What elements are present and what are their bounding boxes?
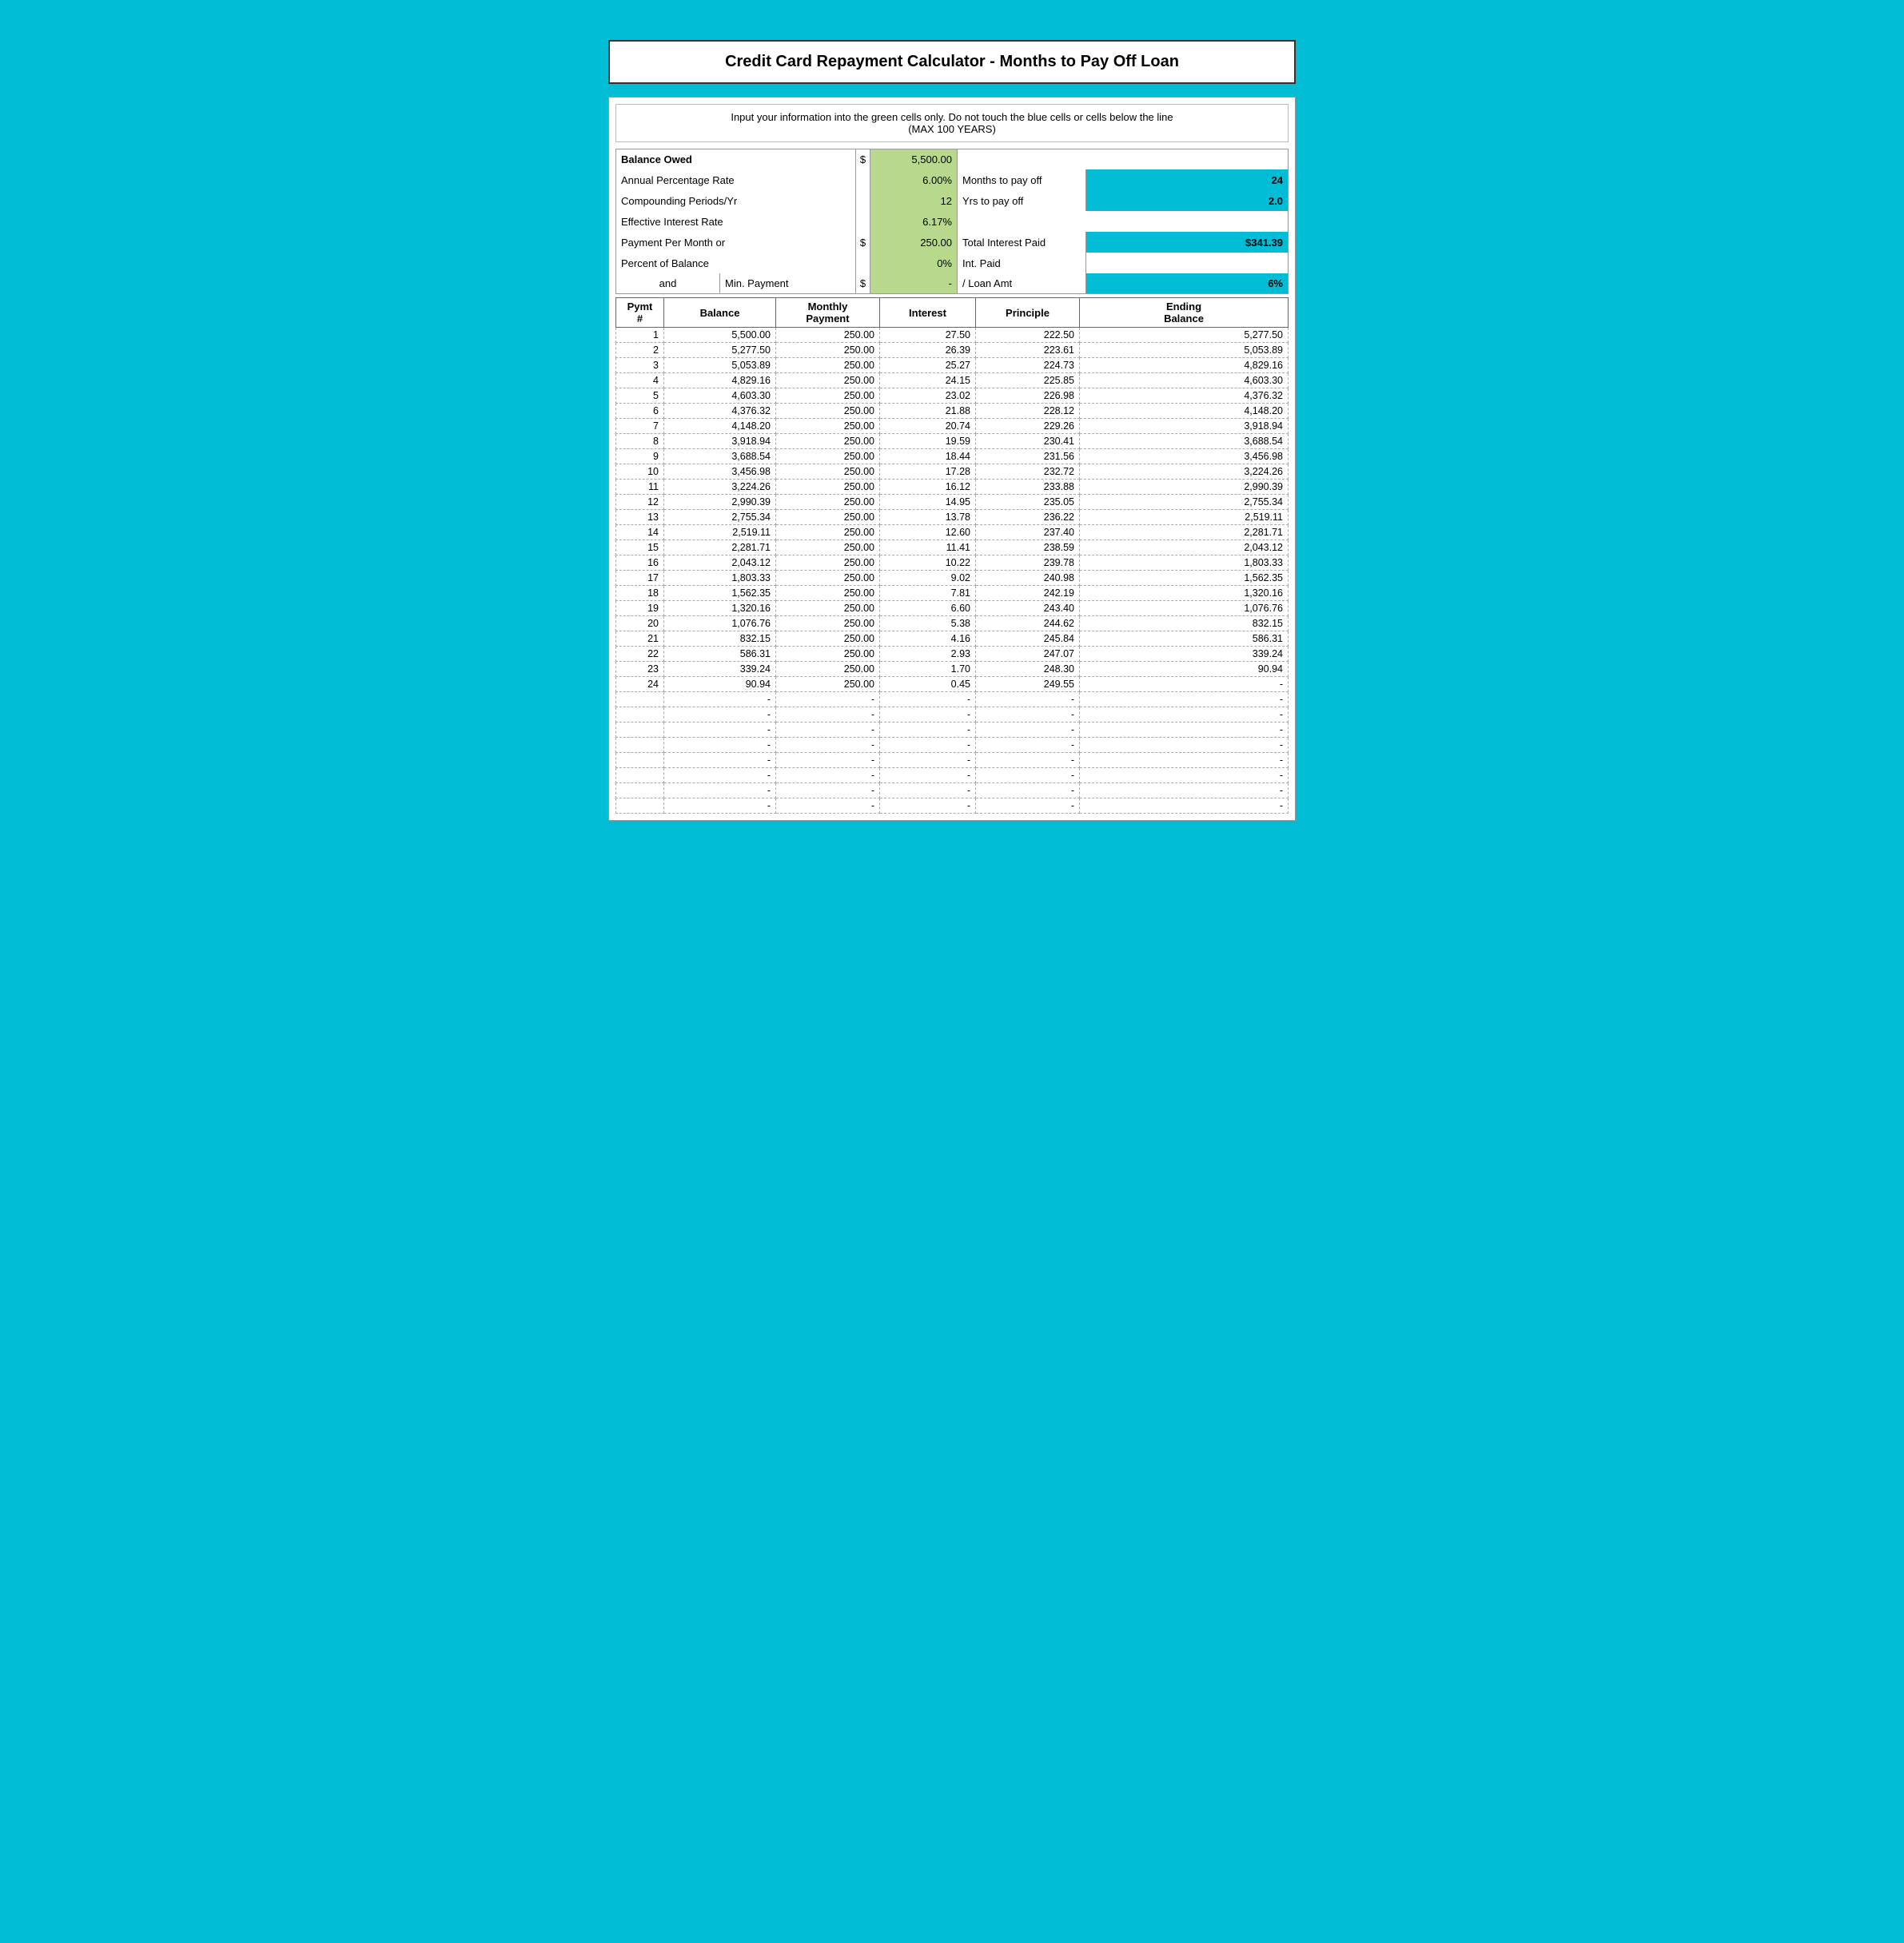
table-row: 93,688.54250.0018.44231.563,456.98 xyxy=(616,449,1289,464)
title-text: Credit Card Repayment Calculator - Month… xyxy=(725,53,1179,70)
outer-container: Credit Card Repayment Calculator - Month… xyxy=(592,24,1312,837)
percent-value[interactable]: 0% xyxy=(870,253,958,273)
table-row: ----- xyxy=(616,753,1289,768)
table-row: 113,224.26250.0016.12233.882,990.39 xyxy=(616,480,1289,495)
loan-amt-value: 6% xyxy=(1085,273,1289,294)
table-row: 23339.24250.001.70248.3090.94 xyxy=(616,662,1289,677)
apr-row: Annual Percentage Rate 6.00% Months to p… xyxy=(615,169,1289,190)
apr-dollar-spacer xyxy=(855,169,870,190)
table-row: 54,603.30250.0023.02226.984,376.32 xyxy=(616,388,1289,404)
table-header-row: Pymt# Balance MonthlyPayment Interest Pr… xyxy=(616,298,1289,328)
int-paid-label: Int. Paid xyxy=(958,253,1085,273)
min-payment-dollar: $ xyxy=(855,273,870,294)
table-section: Pymt# Balance MonthlyPayment Interest Pr… xyxy=(609,297,1295,820)
instruction-box: Input your information into the green ce… xyxy=(615,104,1289,142)
payment-label: Payment Per Month or xyxy=(615,232,855,253)
table-row: ----- xyxy=(616,738,1289,753)
col-principle: Principle xyxy=(976,298,1080,328)
yrs-label: Yrs to pay off xyxy=(958,190,1085,211)
payment-value[interactable]: 250.00 xyxy=(870,232,958,253)
compounding-label: Compounding Periods/Yr xyxy=(615,190,855,211)
table-row: 35,053.89250.0025.27224.734,829.16 xyxy=(616,358,1289,373)
table-body: 15,500.00250.0027.50222.505,277.5025,277… xyxy=(616,328,1289,814)
percent-label: Percent of Balance xyxy=(615,253,855,273)
table-row: 162,043.12250.0010.22239.781,803.33 xyxy=(616,555,1289,571)
table-row: 132,755.34250.0013.78236.222,519.11 xyxy=(616,510,1289,525)
amortization-table: Pymt# Balance MonthlyPayment Interest Pr… xyxy=(615,297,1289,814)
balance-value[interactable]: 5,500.00 xyxy=(870,149,958,169)
table-row: 64,376.32250.0021.88228.124,148.20 xyxy=(616,404,1289,419)
inputs-section: Balance Owed $ 5,500.00 Annual Percentag… xyxy=(609,145,1295,297)
payment-dollar: $ xyxy=(855,232,870,253)
pct-dollar-spacer xyxy=(855,253,870,273)
eff-spacer xyxy=(958,211,1289,232)
balance-owed-label: Balance Owed xyxy=(615,149,855,169)
table-row: 44,829.16250.0024.15225.854,603.30 xyxy=(616,373,1289,388)
table-row: 22586.31250.002.93247.07339.24 xyxy=(616,647,1289,662)
table-row: ----- xyxy=(616,783,1289,798)
apr-value[interactable]: 6.00% xyxy=(870,169,958,190)
table-row: 74,148.20250.0020.74229.263,918.94 xyxy=(616,419,1289,434)
effective-label: Effective Interest Rate xyxy=(615,211,855,232)
effective-rate-row: Effective Interest Rate 6.17% xyxy=(615,211,1289,232)
table-row: 181,562.35250.007.81242.191,320.16 xyxy=(616,586,1289,601)
page-title: Credit Card Repayment Calculator - Month… xyxy=(608,40,1296,84)
months-label: Months to pay off xyxy=(958,169,1085,190)
months-value: 24 xyxy=(1085,169,1289,190)
table-row: ----- xyxy=(616,723,1289,738)
percent-row: Percent of Balance 0% Int. Paid xyxy=(615,253,1289,273)
table-row: 103,456.98250.0017.28232.723,224.26 xyxy=(616,464,1289,480)
col-interest: Interest xyxy=(880,298,976,328)
min-payment-label: Min. Payment xyxy=(719,273,855,294)
compounding-value[interactable]: 12 xyxy=(870,190,958,211)
effective-value: 6.17% xyxy=(870,211,958,232)
yrs-value: 2.0 xyxy=(1085,190,1289,211)
table-row: 2490.94250.000.45249.55- xyxy=(616,677,1289,692)
loan-amt-label: / Loan Amt xyxy=(958,273,1085,294)
col-balance: Balance xyxy=(664,298,776,328)
table-row: 122,990.39250.0014.95235.052,755.34 xyxy=(616,495,1289,510)
comp-dollar-spacer xyxy=(855,190,870,211)
table-row: 15,500.00250.0027.50222.505,277.50 xyxy=(616,328,1289,343)
table-row: ----- xyxy=(616,798,1289,814)
min-payment-row: and Min. Payment $ - / Loan Amt 6% xyxy=(615,273,1289,294)
table-row: ----- xyxy=(616,707,1289,723)
table-row: 201,076.76250.005.38244.62832.15 xyxy=(616,616,1289,631)
instruction-line2: (MAX 100 YEARS) xyxy=(624,123,1280,135)
and-label: and xyxy=(615,273,719,294)
int-paid-spacer xyxy=(1085,253,1289,273)
table-row: ----- xyxy=(616,768,1289,783)
apr-label: Annual Percentage Rate xyxy=(615,169,855,190)
col-payment: MonthlyPayment xyxy=(776,298,880,328)
balance-spacer xyxy=(958,149,1289,169)
table-row: 25,277.50250.0026.39223.615,053.89 xyxy=(616,343,1289,358)
col-ending: EndingBalance xyxy=(1080,298,1289,328)
balance-owed-row: Balance Owed $ 5,500.00 xyxy=(615,149,1289,169)
table-row: 21832.15250.004.16245.84586.31 xyxy=(616,631,1289,647)
table-row: 142,519.11250.0012.60237.402,281.71 xyxy=(616,525,1289,540)
table-row: 152,281.71250.0011.41238.592,043.12 xyxy=(616,540,1289,555)
compounding-row: Compounding Periods/Yr 12 Yrs to pay off… xyxy=(615,190,1289,211)
instruction-line1: Input your information into the green ce… xyxy=(624,111,1280,123)
table-row: 191,320.16250.006.60243.401,076.76 xyxy=(616,601,1289,616)
main-area: Input your information into the green ce… xyxy=(608,97,1296,821)
table-row: ----- xyxy=(616,692,1289,707)
payment-row: Payment Per Month or $ 250.00 Total Inte… xyxy=(615,232,1289,253)
total-interest-label: Total Interest Paid xyxy=(958,232,1085,253)
min-payment-value[interactable]: - xyxy=(870,273,958,294)
eff-dollar-spacer xyxy=(855,211,870,232)
col-pymt-num: Pymt# xyxy=(616,298,664,328)
table-row: 83,918.94250.0019.59230.413,688.54 xyxy=(616,434,1289,449)
total-interest-value: $341.39 xyxy=(1085,232,1289,253)
balance-dollar: $ xyxy=(855,149,870,169)
table-row: 171,803.33250.009.02240.981,562.35 xyxy=(616,571,1289,586)
